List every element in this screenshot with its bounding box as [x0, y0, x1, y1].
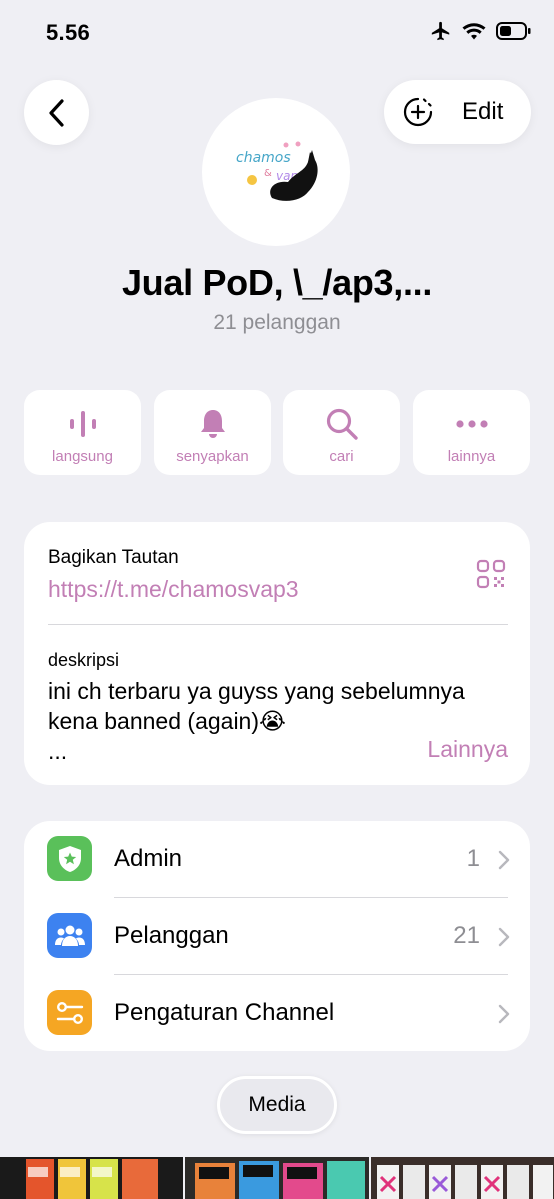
media-thumbnail-image [185, 1157, 369, 1199]
add-button[interactable] [398, 92, 438, 132]
svg-text:chamos: chamos [236, 150, 291, 166]
channel-logo: chamos & vape [236, 141, 318, 201]
status-icons [430, 20, 532, 42]
description-more-link[interactable]: Lainnya [427, 736, 508, 763]
admin-badge [47, 836, 92, 881]
channel-settings-badge [47, 990, 92, 1035]
search-label: cari [329, 448, 354, 465]
subscribers-badge [47, 913, 92, 958]
mute-button[interactable]: senyapkan [154, 390, 271, 475]
share-link-label: Bagikan Tautan [48, 547, 179, 568]
channel-avatar[interactable]: chamos & vape [202, 98, 350, 246]
chevron-right-icon [498, 1004, 510, 1024]
list-item-label: Admin [114, 845, 183, 872]
qr-code-button[interactable] [476, 559, 506, 594]
live-button[interactable]: langsung [24, 390, 141, 475]
list-item-admin[interactable]: Admin 1 [24, 821, 530, 898]
chevron-right-icon [498, 850, 510, 870]
chevron-right-icon [498, 927, 510, 947]
status-time: 5.56 [46, 20, 91, 45]
action-row: langsung senyapkan cari lainnya [24, 390, 530, 475]
status-bar: 5.56 [0, 0, 554, 66]
list-item-count: 21 [453, 922, 480, 949]
mute-label: senyapkan [176, 448, 249, 465]
share-link[interactable]: https://t.me/chamosvap3 [48, 576, 299, 603]
description-line: kena banned (again)😭 [48, 708, 286, 734]
media-tab[interactable]: Media [217, 1076, 337, 1134]
channel-subscriber-count: 21 pelanggan [213, 311, 341, 334]
list-item-subscribers[interactable]: Pelanggan 21 [24, 898, 530, 975]
search-icon [326, 408, 358, 440]
more-icon [455, 420, 488, 428]
bell-icon [200, 410, 225, 438]
description-line: ini ch terbaru ya guyss yang sebelumnya [48, 678, 465, 704]
qr-code-icon [476, 559, 506, 589]
settings-sliders-icon [56, 1001, 83, 1024]
admin-shield-icon [58, 845, 81, 872]
media-thumbnail[interactable] [0, 1157, 184, 1199]
more-button[interactable]: lainnya [413, 390, 530, 475]
people-icon [54, 925, 85, 946]
settings-list: Admin 1 Pelanggan 21 Pengaturan Channel [24, 821, 530, 1051]
description-label: deskripsi [48, 650, 120, 670]
info-card: Bagikan Tautan https://t.me/chamosvap3 d… [24, 522, 530, 785]
add-circle-icon [403, 97, 433, 127]
media-thumbnail-image [370, 1157, 554, 1199]
list-item-label: Pelanggan [114, 922, 229, 949]
waveform-icon [69, 411, 96, 437]
live-label: langsung [52, 448, 113, 465]
media-thumbnail-image [0, 1157, 184, 1199]
wifi-icon [462, 23, 486, 40]
airplane-icon [431, 21, 450, 41]
media-grid [0, 1157, 554, 1199]
svg-text:&: & [264, 168, 272, 179]
battery-icon [496, 22, 531, 40]
search-button[interactable]: cari [283, 390, 400, 475]
more-label: lainnya [447, 448, 496, 465]
header-actions: Edit [384, 80, 531, 144]
list-item-label: Pengaturan Channel [114, 999, 335, 1026]
list-item-count: 1 [466, 845, 480, 872]
list-item-channel-settings[interactable]: Pengaturan Channel [24, 975, 530, 1052]
media-thumbnail[interactable] [370, 1157, 554, 1199]
back-button[interactable] [24, 80, 89, 145]
edit-button[interactable]: Edit [462, 98, 503, 126]
info-divider [48, 624, 508, 625]
media-thumbnail[interactable] [185, 1157, 369, 1199]
channel-title: Jual PoD, \_/ap3,... [121, 262, 433, 303]
chevron-left-icon [48, 98, 64, 127]
